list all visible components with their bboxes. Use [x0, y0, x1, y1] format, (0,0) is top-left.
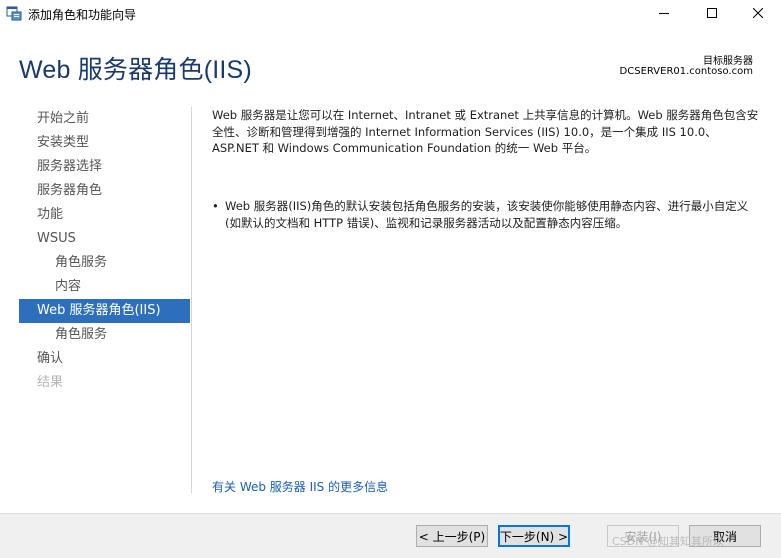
nav-item-wsus-content[interactable]: 内容 [19, 275, 190, 299]
nav-item-iis-role-services[interactable]: 角色服务 [19, 323, 190, 347]
watermark: CSDN @知其知其所以 [612, 535, 724, 548]
nav-item-features[interactable]: 功能 [19, 203, 190, 227]
previous-button[interactable]: < 上一步(P) [416, 525, 488, 547]
content-area: Web 服务器是让您可以在 Internet、Intranet 或 Extran… [212, 107, 762, 157]
close-icon [753, 8, 763, 18]
maximize-icon [707, 8, 717, 18]
nav-divider [191, 107, 192, 493]
next-button[interactable]: 下一步(N) > [498, 525, 570, 547]
default-install-bullet: • Web 服务器(IIS)角色的默认安装包括角色服务的安装，该安装使你能够使用… [212, 198, 762, 231]
nav-item-results: 结果 [37, 375, 64, 390]
title-bar: 添加角色和功能向导 [0, 0, 781, 26]
intro-text: Web 服务器是让您可以在 Internet、Intranet 或 Extran… [212, 108, 759, 155]
nav-item-installation-type[interactable]: 安装类型 [19, 131, 190, 155]
server-manager-icon [6, 5, 22, 21]
minimize-icon [659, 13, 669, 14]
nav-item-before-you-begin[interactable]: 开始之前 [19, 107, 190, 131]
page-title: Web 服务器角色(IIS) [19, 56, 252, 84]
bullet-text: Web 服务器(IIS)角色的默认安装包括角色服务的安装，该安装使你能够使用静态… [225, 199, 749, 230]
nav-item-confirmation[interactable]: 确认 [19, 347, 190, 371]
nav-item-server-selection[interactable]: 服务器选择 [19, 155, 190, 179]
nav-item-web-server-role[interactable]: Web 服务器角色(IIS) [19, 299, 190, 323]
minimize-button[interactable] [641, 0, 687, 26]
target-server-label: 目标服务器 [703, 56, 753, 67]
window-title: 添加角色和功能向导 [28, 8, 137, 22]
target-server-value: DCSERVER01.contoso.com [619, 66, 753, 77]
nav-item-wsus[interactable]: WSUS [19, 227, 190, 251]
maximize-button[interactable] [689, 0, 735, 26]
bullet-marker: • [212, 199, 219, 213]
nav-item-wsus-role-services[interactable]: 角色服务 [19, 251, 190, 275]
more-info-link[interactable]: 有关 Web 服务器 IIS 的更多信息 [212, 478, 388, 495]
nav-item-server-roles[interactable]: 服务器角色 [19, 179, 190, 203]
wizard-nav: 开始之前 安装类型 服务器选择 服务器角色 功能 WSUS 角色服务 内容 We… [19, 107, 190, 395]
close-button[interactable] [735, 0, 781, 26]
